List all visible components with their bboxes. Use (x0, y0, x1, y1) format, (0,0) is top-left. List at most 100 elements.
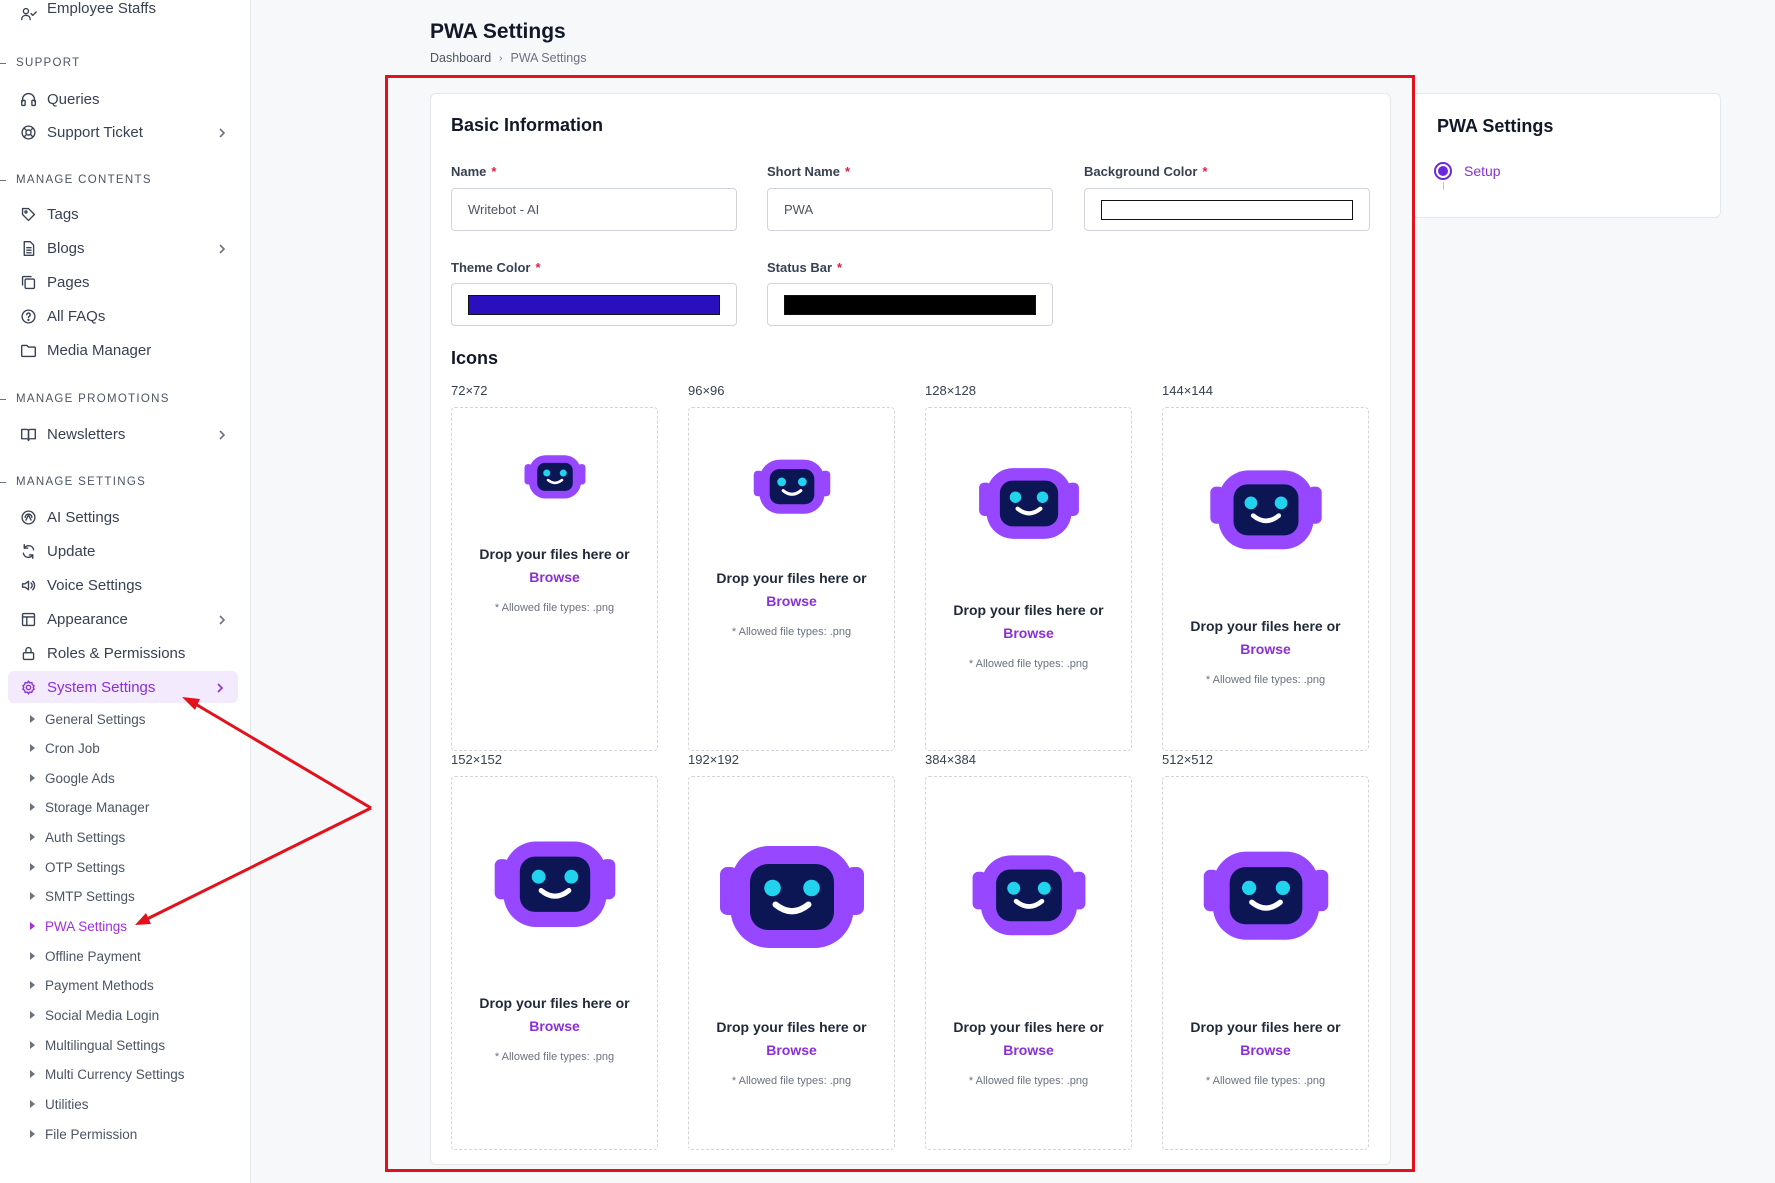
submenu-item-storage-manager[interactable]: Storage Manager (30, 797, 149, 817)
caret-right-icon (30, 922, 35, 930)
sidebar-item-all-faqs[interactable]: All FAQs (20, 301, 240, 331)
sidebar-item-label: Appearance (47, 610, 128, 628)
submenu-item-google-ads[interactable]: Google Ads (30, 768, 115, 788)
submenu-item-otp-settings[interactable]: OTP Settings (30, 857, 125, 877)
sidebar-item-system-settings[interactable]: System Settings (8, 671, 238, 703)
sidebar-item-label: AI Settings (47, 508, 120, 526)
submenu-item-smtp-settings[interactable]: SMTP Settings (30, 886, 135, 906)
submenu-label: Google Ads (45, 770, 115, 786)
section-heading-manage-settings: MANAGE SETTINGS (0, 476, 147, 488)
section-heading-manage-contents: MANAGE CONTENTS (0, 174, 152, 186)
submenu-item-utilities[interactable]: Utilities (30, 1094, 89, 1114)
sidebar-item-employee-staffs[interactable]: Employee Staffs (20, 0, 240, 28)
chevron-right-icon (216, 428, 228, 440)
step-connector (1443, 182, 1444, 190)
caret-right-icon (30, 833, 35, 841)
document-icon (20, 240, 37, 257)
layout-icon (20, 611, 37, 628)
sidebar-item-label: Newsletters (47, 425, 126, 443)
headset-icon (20, 91, 37, 108)
gear-icon (20, 679, 37, 696)
submenu-label: PWA Settings (45, 918, 128, 934)
caret-right-icon (30, 981, 35, 989)
caret-right-icon (30, 1130, 35, 1138)
chevron-right-icon (216, 126, 228, 138)
sidebar-item-pages[interactable]: Pages (20, 267, 240, 297)
radio-active-icon (1434, 162, 1452, 180)
speaker-icon (20, 577, 37, 594)
caret-right-icon (30, 1100, 35, 1108)
sidebar-item-label: All FAQs (47, 307, 106, 325)
sidebar-item-label: Media Manager (47, 341, 152, 359)
caret-right-icon (30, 1041, 35, 1049)
refresh-icon (20, 543, 37, 560)
caret-right-icon (30, 1070, 35, 1078)
sidebar-item-ai-settings[interactable]: AI Settings (20, 502, 240, 532)
submenu-item-general-settings[interactable]: General Settings (30, 709, 146, 729)
submenu-item-social-media-login[interactable]: Social Media Login (30, 1005, 159, 1025)
sidebar-item-voice-settings[interactable]: Voice Settings (20, 570, 240, 600)
caret-right-icon (30, 803, 35, 811)
submenu-item-multi-currency-settings[interactable]: Multi Currency Settings (30, 1064, 185, 1084)
caret-right-icon (30, 774, 35, 782)
folder-icon (20, 342, 37, 359)
sidebar-item-label: Employee Staffs (47, 0, 156, 17)
breadcrumb-home-link[interactable]: Dashboard (430, 51, 491, 65)
sidebar-item-roles-permissions[interactable]: Roles & Permissions (20, 638, 240, 668)
sidebar-item-label: Pages (47, 273, 90, 291)
section-heading-manage-promotions: MANAGE PROMOTIONS (0, 393, 170, 405)
submenu-item-file-permission[interactable]: File Permission (30, 1124, 137, 1144)
caret-right-icon (30, 744, 35, 752)
caret-right-icon (30, 863, 35, 871)
submenu-label: Multilingual Settings (45, 1037, 166, 1053)
sidebar-item-blogs[interactable]: Blogs (20, 233, 240, 263)
chevron-right-icon (214, 681, 226, 693)
sidebar-item-appearance[interactable]: Appearance (20, 604, 240, 634)
breadcrumb-separator-icon: › (499, 52, 503, 64)
submenu-label: SMTP Settings (45, 888, 135, 904)
submenu-item-multilingual-settings[interactable]: Multilingual Settings (30, 1035, 165, 1055)
ai-icon (20, 509, 37, 526)
step-setup[interactable]: Setup (1434, 162, 1501, 180)
sidebar-item-label: Voice Settings (47, 576, 143, 594)
submenu-label: OTP Settings (45, 859, 126, 875)
submenu-label: General Settings (45, 711, 146, 727)
sidebar-item-support-ticket[interactable]: Support Ticket (20, 117, 240, 147)
chevron-right-icon (216, 613, 228, 625)
sidebar-item-label: Tags (47, 205, 79, 223)
submenu-item-payment-methods[interactable]: Payment Methods (30, 975, 154, 995)
sidebar-item-tags[interactable]: Tags (20, 199, 240, 229)
step-label: Setup (1464, 163, 1501, 179)
question-circle-icon (20, 308, 37, 325)
submenu-item-offline-payment[interactable]: Offline Payment (30, 946, 141, 966)
chevron-right-icon (216, 242, 228, 254)
submenu-label: Offline Payment (45, 948, 141, 964)
submenu-label: Payment Methods (45, 977, 154, 993)
sidebar-item-media-manager[interactable]: Media Manager (20, 335, 240, 365)
submenu-label: File Permission (45, 1126, 138, 1142)
submenu-label: Storage Manager (45, 799, 150, 815)
submenu-item-auth-settings[interactable]: Auth Settings (30, 827, 125, 847)
submenu-item-pwa-settings[interactable]: PWA Settings (30, 916, 127, 936)
lock-icon (20, 645, 37, 662)
users-icon (20, 6, 37, 23)
book-open-icon (20, 426, 37, 443)
submenu-label: Social Media Login (45, 1007, 160, 1023)
breadcrumb: Dashboard › PWA Settings (430, 51, 586, 65)
page-title: PWA Settings (430, 20, 566, 43)
lifebuoy-icon (20, 124, 37, 141)
caret-right-icon (30, 952, 35, 960)
sidebar-item-update[interactable]: Update (20, 536, 240, 566)
sidebar-item-queries[interactable]: Queries (20, 84, 240, 114)
tag-icon (20, 206, 37, 223)
sidebar-item-label: System Settings (47, 678, 156, 696)
submenu-label: Auth Settings (45, 829, 126, 845)
sidebar-item-newsletters[interactable]: Newsletters (20, 419, 240, 449)
submenu-label: Utilities (45, 1096, 89, 1112)
submenu-label: Multi Currency Settings (45, 1066, 185, 1082)
sidebar-item-label: Support Ticket (47, 123, 143, 141)
submenu-label: Cron Job (45, 740, 100, 756)
submenu-item-cron-job[interactable]: Cron Job (30, 738, 100, 758)
caret-right-icon (30, 715, 35, 723)
caret-right-icon (30, 1011, 35, 1019)
